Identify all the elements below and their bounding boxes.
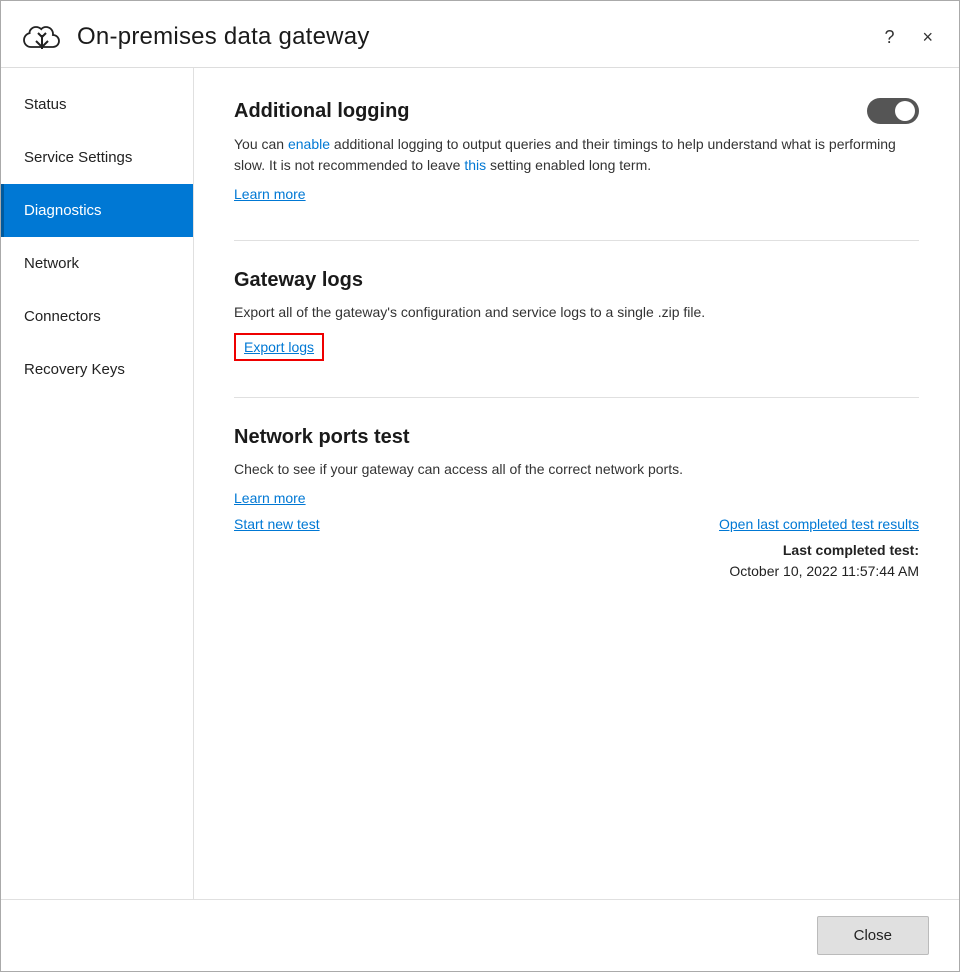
gateway-logs-section: Gateway logs Export all of the gateway's… bbox=[234, 269, 919, 361]
title-actions: ? × bbox=[878, 25, 939, 50]
divider-2 bbox=[234, 397, 919, 398]
additional-logging-header-row: Additional logging bbox=[234, 98, 919, 124]
close-button[interactable]: Close bbox=[817, 916, 929, 955]
additional-logging-section: Additional logging You can enable additi… bbox=[234, 98, 919, 204]
network-ports-title: Network ports test bbox=[234, 426, 410, 449]
network-ports-test-section: Network ports test Check to see if your … bbox=[234, 426, 919, 582]
sidebar-item-recovery-keys[interactable]: Recovery Keys bbox=[1, 343, 193, 396]
sidebar-item-network[interactable]: Network bbox=[1, 237, 193, 290]
window-close-button[interactable]: × bbox=[916, 25, 939, 50]
gateway-logs-header-row: Gateway logs bbox=[234, 269, 919, 292]
sidebar-item-connectors[interactable]: Connectors bbox=[1, 290, 193, 343]
additional-logging-title: Additional logging bbox=[234, 100, 410, 123]
footer: Close bbox=[1, 899, 959, 971]
sidebar-item-status[interactable]: Status bbox=[1, 78, 193, 131]
this-highlight: this bbox=[464, 157, 486, 173]
last-test-value: October 10, 2022 11:57:44 AM bbox=[729, 561, 919, 582]
sidebar: Status Service Settings Diagnostics Netw… bbox=[1, 68, 194, 899]
title-bar: On-premises data gateway ? × bbox=[1, 1, 959, 68]
additional-logging-toggle[interactable] bbox=[867, 98, 919, 124]
app-title: On-premises data gateway bbox=[77, 23, 370, 51]
network-ports-header-row: Network ports test bbox=[234, 426, 919, 449]
app-icon bbox=[21, 19, 63, 55]
help-button[interactable]: ? bbox=[878, 25, 900, 50]
network-ports-desc: Check to see if your gateway can access … bbox=[234, 459, 919, 480]
open-last-results-link[interactable]: Open last completed test results bbox=[719, 516, 919, 532]
network-ports-learn-more[interactable]: Learn more bbox=[234, 490, 306, 506]
start-new-test-link[interactable]: Start new test bbox=[234, 516, 320, 532]
toggle-slider bbox=[867, 98, 919, 124]
main-content: Additional logging You can enable additi… bbox=[194, 68, 959, 899]
last-test-label: Last completed test: bbox=[729, 540, 919, 561]
last-test-info: Last completed test: October 10, 2022 11… bbox=[729, 540, 919, 582]
dialog: On-premises data gateway ? × Status Serv… bbox=[0, 0, 960, 972]
sidebar-item-diagnostics[interactable]: Diagnostics bbox=[1, 184, 193, 237]
gateway-logs-desc: Export all of the gateway's configuratio… bbox=[234, 302, 919, 323]
last-test-info-container: Last completed test: October 10, 2022 11… bbox=[234, 540, 919, 582]
network-test-row: Start new test Open last completed test … bbox=[234, 516, 919, 532]
enable-highlight: enable bbox=[288, 136, 330, 152]
additional-logging-learn-more[interactable]: Learn more bbox=[234, 186, 306, 202]
additional-logging-desc: You can enable additional logging to out… bbox=[234, 134, 919, 176]
sidebar-item-service-settings[interactable]: Service Settings bbox=[1, 131, 193, 184]
export-logs-link[interactable]: Export logs bbox=[234, 333, 324, 361]
divider-1 bbox=[234, 240, 919, 241]
gateway-logs-title: Gateway logs bbox=[234, 269, 363, 292]
title-left: On-premises data gateway bbox=[21, 19, 370, 55]
last-test-label-text: Last completed test: bbox=[783, 542, 919, 558]
content-area: Status Service Settings Diagnostics Netw… bbox=[1, 68, 959, 899]
